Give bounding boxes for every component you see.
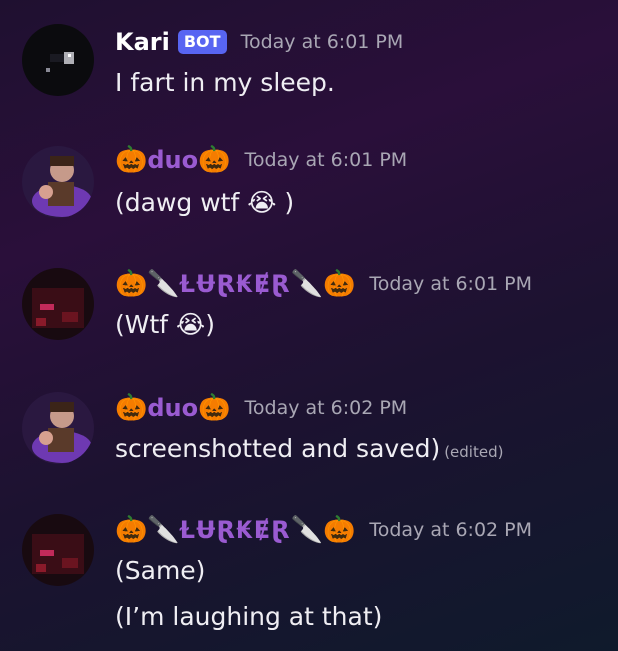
pumpkin-icon: 🎃	[198, 145, 231, 175]
timestamp: Today at 6:01 PM	[244, 149, 408, 171]
username[interactable]: duo	[147, 394, 198, 422]
message-header: 🎃 duo 🎃 Today at 6:02 PM	[115, 390, 407, 426]
username[interactable]: duo	[147, 146, 198, 174]
message-header: 🎃 duo 🎃 Today at 6:01 PM	[115, 142, 407, 178]
avatar[interactable]	[22, 24, 94, 96]
message-header: 🎃🔪 ⱢɄⱤ₭ɆⱤ 🔪🎃 Today at 6:01 PM	[115, 266, 532, 302]
message-text: (Same)	[115, 556, 206, 585]
knife-pumpkin-icon: 🔪🎃	[290, 515, 356, 545]
pumpkin-icon: 🎃	[115, 145, 148, 175]
message-text: (dawg wtf 😭 )	[115, 188, 295, 217]
timestamp: Today at 6:01 PM	[369, 273, 533, 295]
edited-label: (edited)	[444, 443, 504, 461]
message-header: Kari BOT Today at 6:01 PM	[115, 24, 403, 60]
knife-pumpkin-icon: 🔪🎃	[290, 269, 356, 299]
message-text: I fart in my sleep.	[115, 68, 335, 97]
avatar[interactable]	[22, 392, 94, 464]
pumpkin-icon: 🎃	[198, 393, 231, 423]
timestamp: Today at 6:01 PM	[240, 31, 404, 53]
pumpkin-knife-icon: 🎃🔪	[115, 515, 180, 545]
pumpkin-icon: 🎃	[115, 393, 148, 423]
timestamp: Today at 6:02 PM	[244, 397, 408, 419]
avatar[interactable]	[22, 146, 94, 218]
message-text: (Wtf 😭)	[115, 310, 215, 339]
message-content: screenshotted and saved)	[115, 434, 441, 463]
username[interactable]: ⱢɄⱤ₭ɆⱤ	[180, 516, 291, 544]
bot-badge: BOT	[177, 30, 227, 54]
message-header: 🎃🔪 ⱢɄⱤ₭ɆⱤ 🔪🎃 Today at 6:02 PM	[115, 512, 532, 548]
avatar[interactable]	[22, 268, 94, 340]
timestamp: Today at 6:02 PM	[369, 519, 533, 541]
message-text: (I’m laughing at that)	[115, 602, 383, 631]
username[interactable]: Kari	[115, 28, 170, 56]
username[interactable]: ⱢɄⱤ₭ɆⱤ	[180, 270, 291, 298]
message-text: screenshotted and saved) (edited)	[115, 434, 503, 463]
avatar[interactable]	[22, 514, 94, 586]
pumpkin-knife-icon: 🎃🔪	[115, 269, 180, 299]
